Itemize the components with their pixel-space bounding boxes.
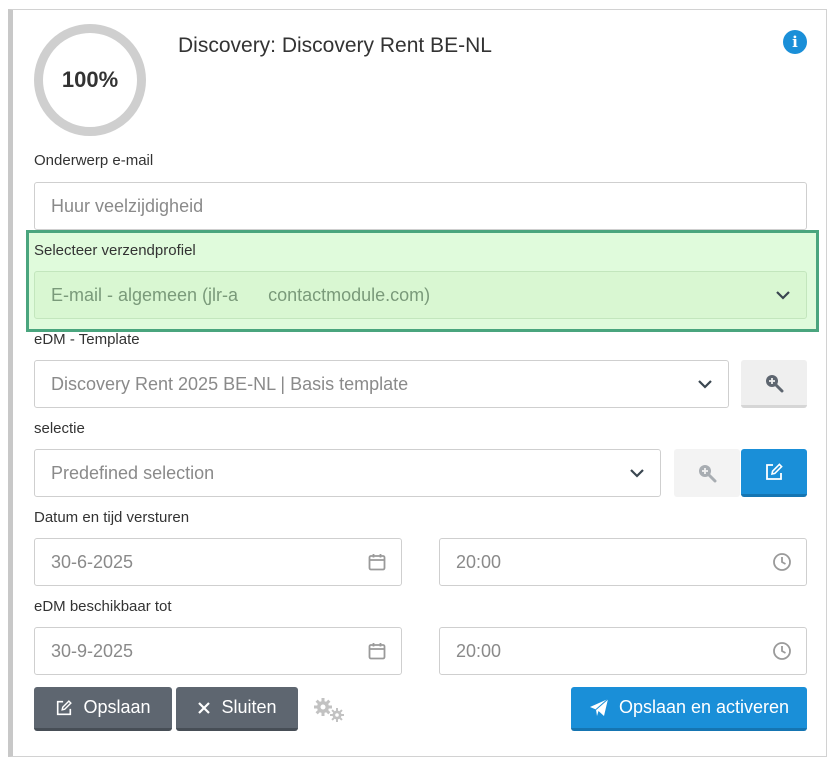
- save-activate-button[interactable]: Opslaan en activeren: [571, 687, 807, 731]
- chevron-down-icon: [776, 291, 790, 300]
- profile-value-start: E-mail - algemeen (jlr-a: [51, 284, 239, 305]
- profile-select[interactable]: E-mail - algemeen (jlr-a contactmodule.c…: [34, 271, 807, 319]
- subject-label: Onderwerp e-mail: [34, 152, 154, 169]
- calendar-icon: [368, 643, 386, 660]
- template-select[interactable]: Discovery Rent 2025 BE-NL | Basis templa…: [34, 360, 729, 408]
- send-date-value: 30-6-2025: [51, 551, 134, 572]
- selection-preview-button[interactable]: [674, 449, 740, 497]
- template-label: eDM - Template: [34, 331, 140, 348]
- send-label: Datum en tijd versturen: [34, 509, 190, 526]
- available-label: eDM beschikbaar tot: [34, 598, 172, 615]
- edit-icon: [57, 699, 73, 715]
- send-time-input[interactable]: 20:00: [439, 538, 807, 586]
- selection-label: selectie: [34, 420, 85, 437]
- send-date-input[interactable]: 30-6-2025: [34, 538, 402, 586]
- save-button[interactable]: Opslaan: [34, 687, 172, 731]
- chevron-down-icon: [698, 380, 712, 389]
- page-title: Discovery: Discovery Rent BE-NL: [178, 34, 492, 57]
- close-button[interactable]: Sluiten: [176, 687, 298, 731]
- zoom-in-icon: [766, 374, 784, 392]
- save-activate-button-label: Opslaan en activeren: [618, 697, 790, 717]
- close-icon: [198, 701, 211, 714]
- gears-icon[interactable]: [312, 696, 346, 724]
- available-date-value: 30-9-2025: [51, 640, 134, 661]
- zoom-in-icon: [699, 465, 717, 483]
- info-icon[interactable]: i: [783, 30, 807, 54]
- chevron-down-icon: [630, 469, 644, 478]
- available-time-input[interactable]: 20:00: [439, 627, 807, 675]
- selection-select[interactable]: Predefined selection: [34, 449, 661, 497]
- close-button-label: Sluiten: [221, 697, 277, 717]
- progress-indicator: 100%: [34, 24, 146, 136]
- profile-value-end: contactmodule.com): [268, 284, 431, 305]
- save-button-label: Opslaan: [83, 697, 151, 717]
- profile-label: Selecteer verzendprofiel: [34, 242, 196, 259]
- selection-value: Predefined selection: [51, 462, 215, 483]
- clock-icon: [773, 642, 791, 660]
- subject-placeholder: Huur veelzijdigheid: [51, 195, 204, 216]
- template-value: Discovery Rent 2025 BE-NL | Basis templa…: [51, 373, 409, 394]
- progress-value: 100%: [61, 67, 119, 92]
- calendar-icon: [368, 554, 386, 571]
- clock-icon: [773, 553, 791, 571]
- send-time-value: 20:00: [456, 551, 502, 572]
- edit-icon: [766, 462, 783, 480]
- paper-plane-icon: [589, 698, 609, 716]
- selection-edit-button[interactable]: [741, 449, 807, 497]
- template-preview-button[interactable]: [741, 360, 807, 408]
- available-time-value: 20:00: [456, 640, 502, 661]
- available-date-input[interactable]: 30-9-2025: [34, 627, 402, 675]
- subject-input[interactable]: Huur veelzijdigheid: [34, 182, 807, 230]
- redacted-area: [238, 286, 269, 304]
